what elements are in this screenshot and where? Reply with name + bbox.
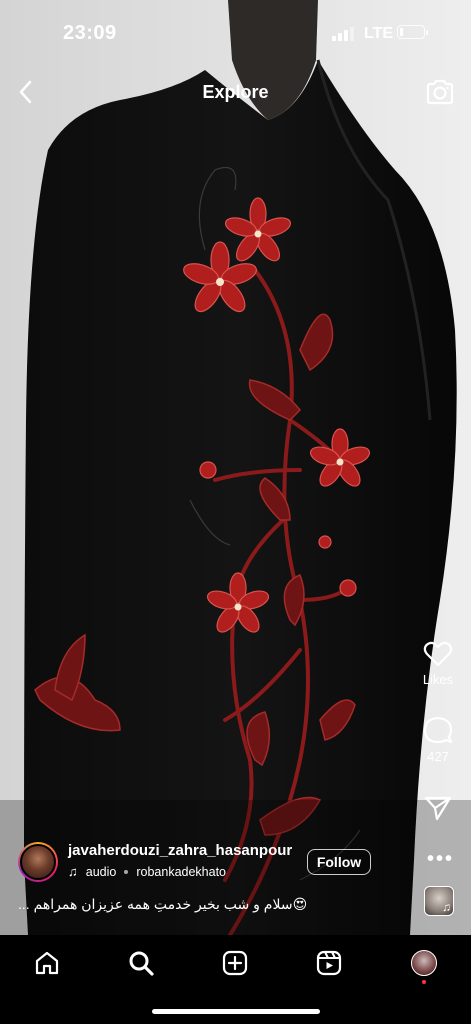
avatar[interactable]: [18, 842, 58, 882]
share-button[interactable]: [412, 795, 464, 821]
battery-level: [400, 28, 403, 36]
home-icon[interactable]: [27, 947, 67, 979]
notification-dot: [422, 980, 426, 984]
comment-icon: [423, 716, 453, 744]
like-label: Likes: [422, 672, 454, 687]
profile-image: [411, 950, 437, 976]
profile-avatar[interactable]: [404, 947, 444, 984]
embroidered-jacket-image: [0, 0, 471, 935]
follow-button[interactable]: Follow: [307, 849, 371, 875]
separator-dot: [124, 869, 129, 874]
comment-button[interactable]: 427: [412, 715, 464, 764]
network-type: LTE: [364, 25, 394, 42]
reel-video[interactable]: [0, 0, 471, 935]
cellular-signal-icon: [332, 27, 354, 41]
reels-icon[interactable]: [309, 947, 349, 979]
post-caption[interactable]: ... سلام و شب بخیر خدمتِ همه عزیزان همرا…: [18, 896, 338, 913]
send-icon: [424, 796, 452, 821]
status-bar: 23:09 LTE: [0, 0, 471, 64]
status-time: 23:09: [63, 22, 117, 44]
music-note-icon: ♫: [68, 864, 78, 879]
page-title: Explore: [202, 82, 269, 102]
audio-info[interactable]: ♫ audio robankadekhato: [68, 864, 226, 879]
create-icon[interactable]: [215, 947, 255, 979]
comment-count: 427: [427, 749, 449, 764]
username[interactable]: javaherdouzi_zahra_hasanpour: [68, 842, 292, 859]
like-button[interactable]: Likes: [412, 640, 464, 687]
more-icon[interactable]: •••: [427, 848, 454, 871]
music-note-icon: ♫: [442, 900, 451, 914]
avatar-image: [20, 844, 56, 880]
heart-icon: [423, 641, 453, 667]
camera-icon[interactable]: [425, 78, 455, 106]
audio-source: robankadekhato: [136, 864, 226, 879]
battery-icon: [397, 25, 428, 39]
home-indicator: [152, 1009, 320, 1014]
audio-label: audio: [85, 864, 117, 879]
search-icon[interactable]: [121, 947, 161, 979]
